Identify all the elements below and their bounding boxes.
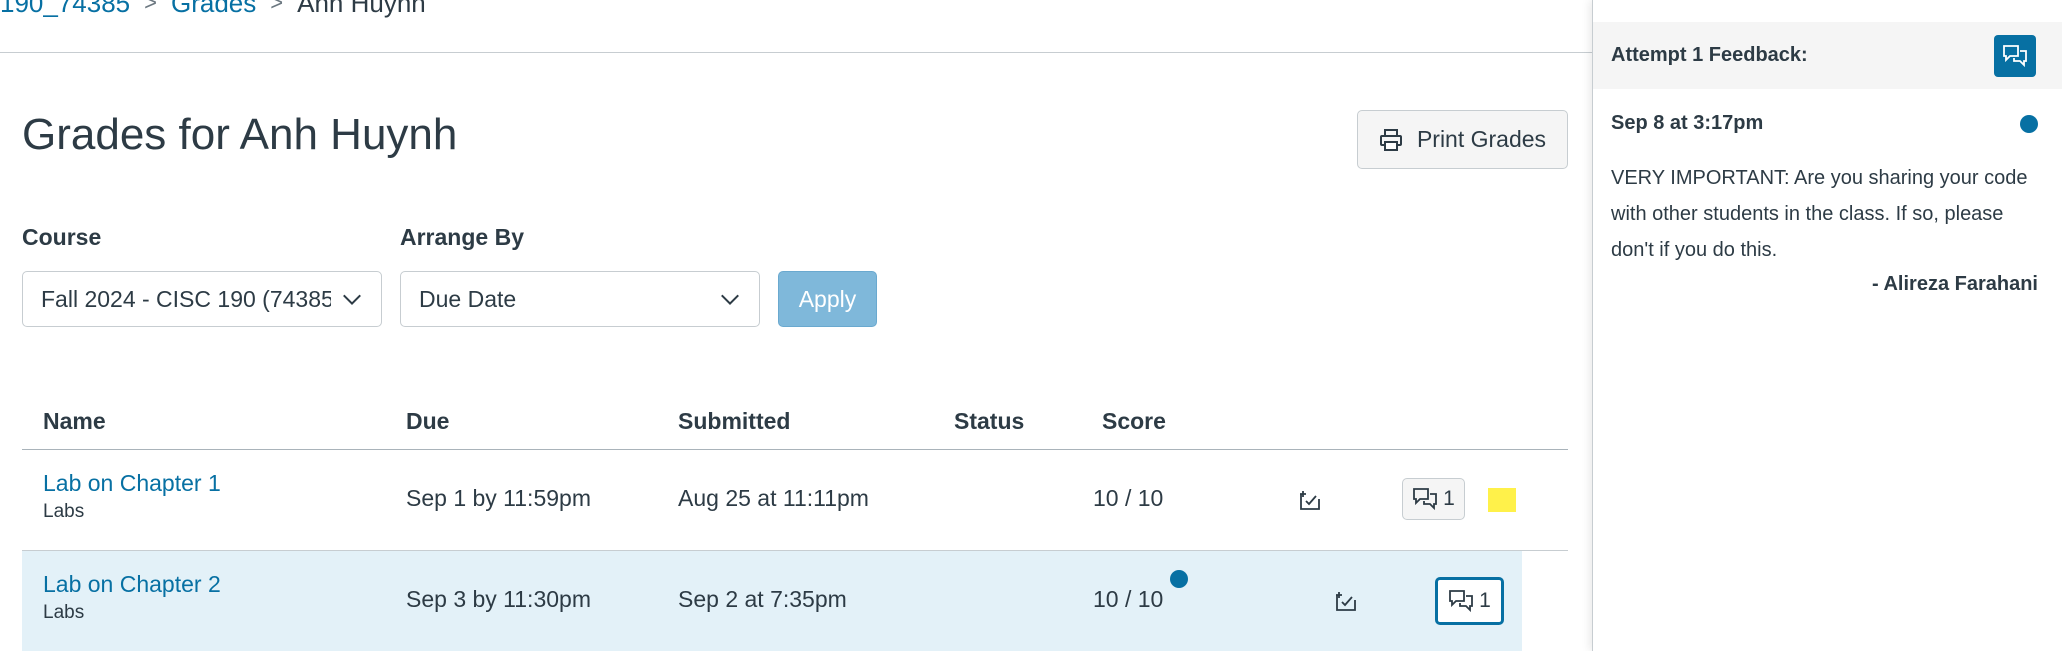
assignment-link[interactable]: Lab on Chapter 1 bbox=[43, 470, 221, 497]
assignment-link[interactable]: Lab on Chapter 2 bbox=[43, 571, 221, 598]
arrange-by-label: Arrange By bbox=[400, 224, 524, 250]
column-header-score: Score bbox=[1102, 408, 1166, 434]
what-if-score-icon[interactable] bbox=[1334, 589, 1358, 613]
feedback-toggle-button[interactable] bbox=[1994, 35, 2036, 77]
column-header-due: Due bbox=[406, 408, 450, 434]
table-row: Lab on Chapter 2 Labs Sep 3 by 11:30pm S… bbox=[22, 551, 1522, 651]
course-select-value: Fall 2024 - CISC 190 (74385) bbox=[41, 285, 331, 312]
column-header-status: Status bbox=[954, 408, 1025, 434]
comment-bubbles-icon bbox=[1449, 590, 1474, 613]
apply-button[interactable]: Apply bbox=[778, 271, 877, 327]
unread-indicator bbox=[2020, 115, 2038, 133]
feedback-author: - Alireza Farahani bbox=[1872, 273, 2038, 295]
submitted-date: Aug 25 at 11:11pm bbox=[678, 485, 869, 511]
score: 10 / 10 bbox=[1093, 485, 1164, 511]
feedback-panel: Attempt 1 Feedback: Sep 8 at 3:17pm VERY… bbox=[1592, 0, 2062, 651]
print-grades-label: Print Grades bbox=[1416, 126, 1547, 152]
column-header-name: Name bbox=[43, 408, 106, 434]
chevron-down-icon bbox=[343, 294, 361, 306]
due-date: Sep 1 by 11:59pm bbox=[406, 485, 591, 511]
arrange-by-select[interactable]: Due Date bbox=[400, 271, 760, 327]
highlight-marker bbox=[1488, 488, 1516, 512]
feedback-text: VERY IMPORTANT: Are you sharing your cod… bbox=[1611, 167, 2028, 261]
what-if-score-icon[interactable] bbox=[1298, 488, 1322, 512]
assignment-category: Labs bbox=[43, 501, 85, 522]
breadcrumb-separator-icon: > bbox=[144, 0, 157, 15]
breadcrumb-separator-icon: > bbox=[270, 0, 284, 15]
comment-bubbles-icon bbox=[1413, 488, 1438, 511]
column-header-submitted: Submitted bbox=[678, 408, 791, 434]
unread-indicator bbox=[1170, 570, 1188, 588]
feedback-date: Sep 8 at 3:17pm bbox=[1611, 112, 1764, 134]
score: 10 / 10 bbox=[1093, 586, 1164, 612]
course-select[interactable]: Fall 2024 - CISC 190 (74385) bbox=[22, 271, 382, 327]
feedback-panel-header: Attempt 1 Feedback: bbox=[1593, 22, 2062, 89]
chevron-down-icon bbox=[721, 294, 739, 306]
submitted-date: Sep 2 at 7:35pm bbox=[678, 586, 847, 612]
page-title: Grades for Anh Huynh bbox=[22, 110, 458, 159]
breadcrumb-current: Anh Huynh bbox=[297, 0, 426, 18]
breadcrumb-course-link[interactable]: 190_74385 bbox=[0, 0, 130, 19]
header-divider bbox=[0, 52, 1592, 53]
assignment-category: Labs bbox=[43, 602, 85, 623]
due-date: Sep 3 by 11:30pm bbox=[406, 586, 591, 612]
printer-icon bbox=[1379, 128, 1402, 151]
print-grades-button[interactable]: Print Grades bbox=[1357, 110, 1568, 169]
comment-count: 1 bbox=[1479, 589, 1491, 612]
comment-bubbles-icon bbox=[2003, 45, 2027, 68]
feedback-panel-title: Attempt 1 Feedback: bbox=[1611, 44, 1808, 66]
course-label: Course bbox=[22, 224, 102, 250]
table-row: Lab on Chapter 1 Labs Sep 1 by 11:59pm A… bbox=[22, 450, 1568, 551]
comment-count: 1 bbox=[1443, 487, 1455, 510]
breadcrumb: 190_74385 > Grades > Anh Huynh bbox=[0, 0, 426, 18]
arrange-by-value: Due Date bbox=[419, 285, 517, 312]
comments-button-active[interactable]: 1 bbox=[1435, 577, 1504, 625]
comments-button[interactable]: 1 bbox=[1402, 478, 1465, 520]
breadcrumb-grades-link[interactable]: Grades bbox=[171, 0, 256, 19]
